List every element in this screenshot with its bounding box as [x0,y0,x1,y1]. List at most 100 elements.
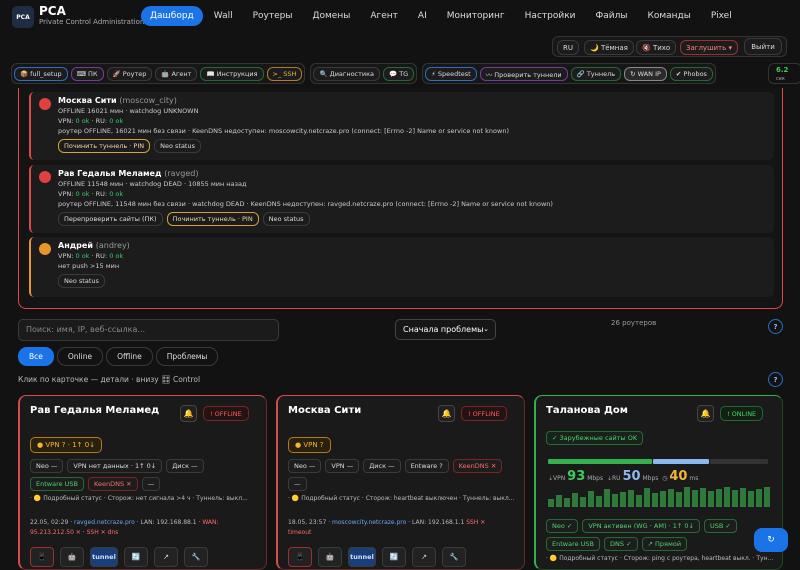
bell-icon[interactable]: 🔔 [697,405,714,422]
phobos-button[interactable]: ✔ Phobos [669,66,713,81]
help-icon[interactable]: ? [768,372,783,387]
tunnel-button[interactable]: tunnel [90,547,118,567]
robot-icon[interactable]: 🤖 [60,547,84,567]
problem-detail: роутер OFFLINE, 11548 мин без связи · wa… [58,200,553,208]
open-link-icon[interactable]: ↗ [412,547,436,567]
filter-online[interactable]: Online [56,347,104,366]
problem-item[interactable]: Москва Сити (moscow_city) OFFLINE 16021 … [29,92,774,160]
problem-item[interactable]: Рав Гедалья Меламед (ravged) OFFLINE 115… [29,165,774,233]
open-link-icon[interactable]: ↗ [154,547,178,567]
app-logo[interactable]: PCA [12,6,34,28]
foreign-sites-ok: ✓ Зарубежные сайты OK [546,431,644,445]
wan-ip-button[interactable]: ↻ WAN IP [624,66,667,81]
history-bar [740,488,746,507]
preferences-bar: RU 🌙 Тёмная 🔇 Тихо Заглушить ▾ Выйти [552,36,787,57]
instructions-button[interactable]: 📖 Инструкция [200,66,264,81]
filter-offline[interactable]: Offline [106,347,153,366]
diagnostics-button[interactable]: 🔍 Диагностика [313,66,381,81]
response-time-stat: 6.2 сек [768,63,800,84]
tool-icon[interactable]: 🔧 [442,547,466,567]
chip-direct: ↗ Прямой [641,537,688,551]
lan-info: · LAN: 192.168.88.1 · [134,519,203,526]
problem-id: (ravged) [164,169,199,178]
ssh-timeout: timeout [288,529,312,536]
sort-select[interactable]: Сначала проблемы ⌄ [395,319,496,340]
agent-button[interactable]: 🤖 Агент [155,66,198,81]
history-bar [628,490,634,507]
nav-domains[interactable]: Домены [303,6,359,26]
keendns-link[interactable]: moscowcity.netcraze.pro [332,519,406,526]
silence-dropdown[interactable]: Заглушить ▾ [680,40,738,55]
router-card[interactable]: Москва Сити 🔔 ! OFFLINE ● VPN ? Neo — VP… [276,395,525,570]
history-bar [716,489,722,507]
router-button[interactable]: 🚀 Роутер [106,66,153,81]
router-chips: Neo — VPN нет данных · 1↑ 0↓ Диск — Entw… [30,459,260,491]
sort-value: Сначала проблемы [403,325,484,334]
phone-icon[interactable]: 📱 [30,547,54,567]
bell-icon[interactable]: 🔔 [438,405,455,422]
logout-button[interactable]: Выйти [744,38,782,55]
recheck-sites-button[interactable]: Перепроверить сайты (ПК) [58,212,163,226]
chip-dns: DNS ✓ [604,537,638,551]
history-bar [620,492,626,507]
ru-speed-label: ⇣RU [606,475,621,482]
lan-info: · LAN: 192.168.1.1 [406,519,467,526]
ru-value: 0 ok [109,252,124,260]
history-bar [580,497,586,507]
pc-button[interactable]: ⌨ ПК [70,66,104,81]
neo-status-button[interactable]: Neo status [262,212,310,226]
nav-pixel[interactable]: Pixel [702,6,741,26]
detailed-status[interactable]: · 🟡 Подробный статус · Сторож: ping с ро… [546,555,773,562]
robot-icon[interactable]: 🤖 [318,547,342,567]
refresh-fab[interactable]: ↻ [754,528,788,552]
vpn-value: 0 ok [75,190,90,198]
nav-wall[interactable]: Wall [205,6,242,26]
vpn-speed-value: 93 [567,469,586,484]
nav-files[interactable]: Файлы [586,6,636,26]
quiet-mode-button[interactable]: 🔇 Тихо [636,40,677,55]
nav-dashboard[interactable]: Дашборд [141,6,203,26]
refresh-icon[interactable]: 🔄 [382,547,406,567]
neo-status-button[interactable]: Neo status [58,274,105,288]
toolbar-group-setup: 📦 full_setup ⌨ ПК 🚀 Роутер 🤖 Агент 📖 Инс… [11,63,306,84]
tool-icon[interactable]: 🔧 [184,547,208,567]
neo-status-button[interactable]: Neo status [154,139,201,153]
filter-problems[interactable]: Проблемы [155,347,219,366]
fix-tunnel-button[interactable]: Починить туннель · PIN [58,139,151,153]
ru-label: · RU: [89,117,110,125]
nav-monitoring[interactable]: Мониторинг [438,6,514,26]
check-tunnels-button[interactable]: 〰 Проверить туннели [479,66,568,81]
tunnel-button[interactable]: 🔗 Туннель [570,66,622,81]
status-badge: ! OFFLINE [461,406,507,421]
keendns-link[interactable]: ravged.netcraze.pro [74,519,135,526]
problem-name-text: Москва Сити [58,96,117,105]
ssh-button[interactable]: >_ SSH [266,66,303,81]
language-button[interactable]: RU [557,40,579,55]
help-icon[interactable]: ? [768,319,783,334]
nav-agent[interactable]: Агент [361,6,407,26]
bell-icon[interactable]: 🔔 [180,405,197,422]
refresh-icon[interactable]: 🔄 [124,547,148,567]
nav-settings[interactable]: Настройки [516,6,585,26]
nav-routers[interactable]: Роутеры [244,6,302,26]
nav-commands[interactable]: Команды [638,6,699,26]
phone-icon[interactable]: 📱 [288,547,312,567]
toolbar-group-diagnostics: 🔍 Диагностика 💬 TG [310,63,418,84]
filter-all[interactable]: Все [18,347,54,366]
theme-toggle[interactable]: 🌙 Тёмная [584,40,634,55]
search-input[interactable]: Поиск: имя, IP, веб-ссылка... [18,319,279,341]
router-card[interactable]: Рав Гедалья Меламед 🔔 ! OFFLINE ● VPN ? … [18,395,267,570]
ru-speed-segment [653,459,709,464]
history-bar [700,488,706,507]
router-card[interactable]: Таланова Дом 🔔 ! ONLINE ✓ Зарубежные сай… [534,395,783,570]
full-setup-button[interactable]: 📦 full_setup [14,66,68,81]
detailed-status[interactable]: · 🟡 Подробный статус · Сторож: нет сигна… [30,495,248,502]
nav-ai[interactable]: AI [409,6,436,26]
problem-item[interactable]: Андрей (andrey) VPN: 0 ok · RU: 0 ok нет… [29,237,774,297]
chip-usb: USB ✓ [703,519,737,533]
tunnel-button[interactable]: tunnel [348,547,376,567]
detailed-status[interactable]: · 🟡 Подробный статус · Сторож: heartbeat… [288,495,514,502]
speedtest-button[interactable]: ⚡ Speedtest [425,66,477,81]
fix-tunnel-button[interactable]: Починить туннель · PIN [166,212,259,226]
telegram-button[interactable]: 💬 TG [383,66,415,81]
